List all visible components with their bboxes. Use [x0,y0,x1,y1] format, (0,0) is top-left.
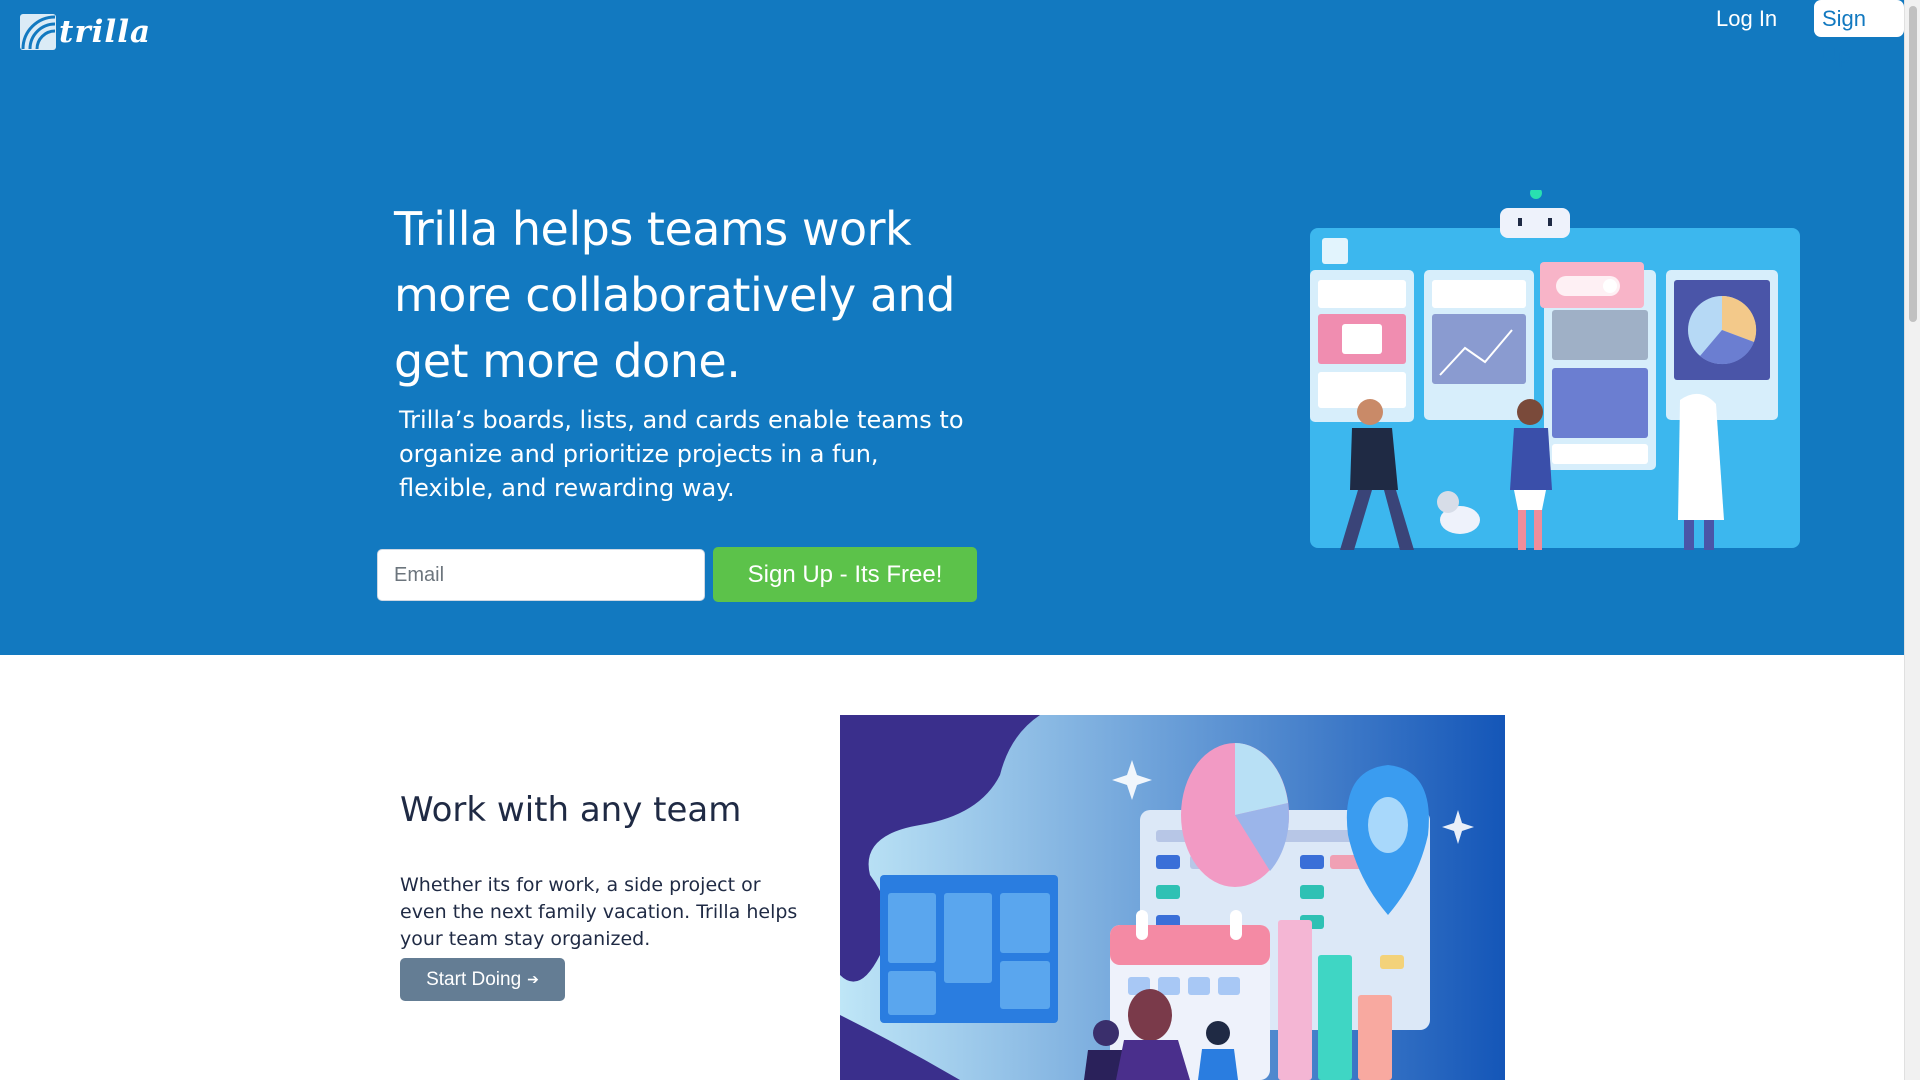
hero-subtitle: Trilla’s boards, lists, and cards enable… [399,406,964,502]
hero-section: trilla Log In Sign Up Trilla helps teams… [0,0,1904,655]
team-board-illustration [1310,190,1800,550]
login-link[interactable]: Log In [1700,0,1793,38]
page-scrollbar[interactable] [1904,0,1920,1080]
brand-logo[interactable]: trilla [19,13,151,51]
trilla-logo-icon [20,14,56,50]
signup-button[interactable]: Sign Up [1814,0,1904,68]
team-dashboard-illustration [840,715,1505,1080]
hero-title: Trilla helps teams work more collaborati… [394,202,955,388]
start-doing-button[interactable]: Start Doing ➔ [400,958,565,1001]
email-input[interactable] [377,549,705,601]
scrollbar-thumb[interactable] [1909,6,1917,322]
arrow-right-icon: ➔ [527,971,539,987]
logo-text: trilla [59,14,152,50]
feature-title: Work with any team [400,790,742,830]
start-doing-label: Start Doing [426,968,522,990]
feature-text: Whether its for work, a side project or … [400,874,798,950]
signup-free-button[interactable]: Sign Up - Its Free! [713,547,977,602]
